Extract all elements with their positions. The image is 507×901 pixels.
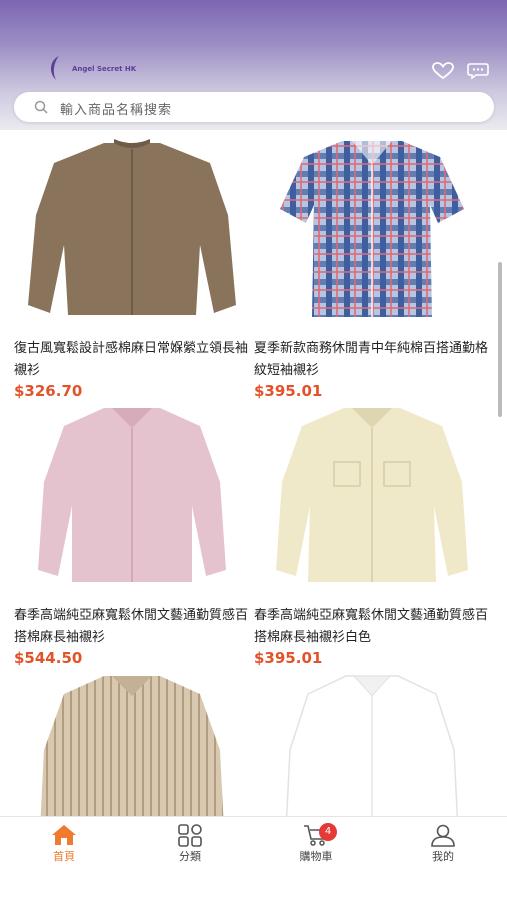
tab-label: 購物車	[299, 850, 333, 863]
product-title[interactable]: 春季高端純亞麻寬鬆休閒文藝通勤質感百搭棉麻長袖襯衫	[14, 605, 250, 649]
search-bar[interactable]: 輸入商品名稱搜索	[14, 92, 494, 122]
product-price: $395.01	[254, 649, 323, 667]
tab-label: 分類	[179, 850, 201, 863]
brand-logo[interactable]: Angel Secret HK	[44, 54, 164, 84]
product-image-brown-shirt[interactable]	[14, 135, 250, 335]
tab-category[interactable]: 分類	[150, 823, 230, 873]
chat-icon[interactable]	[467, 62, 489, 80]
bottom-tab-bar: 首頁 分類 4 購物車 我的	[0, 816, 507, 901]
search-input[interactable]: 輸入商品名稱搜索	[60, 99, 172, 118]
product-title[interactable]: 春季高端純亞麻寬鬆休閒文藝通勤質感百搭棉麻長袖襯衫白色	[254, 605, 490, 649]
cart-count-badge: 4	[319, 823, 337, 841]
product-image-cream-shirt[interactable]	[254, 402, 490, 602]
tab-label: 首頁	[53, 850, 75, 863]
heart-icon[interactable]	[432, 62, 454, 80]
grid-icon	[178, 824, 202, 847]
product-image-white-shirt[interactable]	[254, 670, 490, 816]
user-icon	[431, 824, 455, 847]
product-image-plaid-shirt[interactable]	[254, 135, 490, 335]
scrollbar[interactable]	[498, 262, 502, 417]
search-icon	[34, 100, 48, 114]
tab-home[interactable]: 首頁	[24, 823, 104, 873]
home-icon	[52, 825, 76, 845]
product-price: $544.50	[14, 649, 83, 667]
brand-name: Angel Secret HK	[72, 65, 137, 73]
product-title[interactable]: 夏季新款商務休閒青中年純棉百搭通勤格紋短袖襯衫	[254, 338, 490, 382]
app-header: Angel Secret HK 輸入商品名稱搜索	[0, 0, 507, 130]
product-image-striped-shirt[interactable]	[14, 670, 250, 816]
product-price: $326.70	[14, 382, 83, 400]
moon-logo-icon	[50, 56, 59, 80]
tab-profile[interactable]: 我的	[403, 823, 483, 873]
tab-label: 我的	[432, 850, 454, 863]
product-grid[interactable]: 復古風寬鬆設計感棉麻日常媬縈立領長袖襯衫 $326.70 夏季新款商務休閒青中年…	[0, 130, 507, 816]
tab-cart[interactable]: 4 購物車	[276, 823, 356, 873]
product-price: $395.01	[254, 382, 323, 400]
product-title[interactable]: 復古風寬鬆設計感棉麻日常媬縈立領長袖襯衫	[14, 338, 250, 382]
product-image-pink-shirt[interactable]	[14, 402, 250, 602]
